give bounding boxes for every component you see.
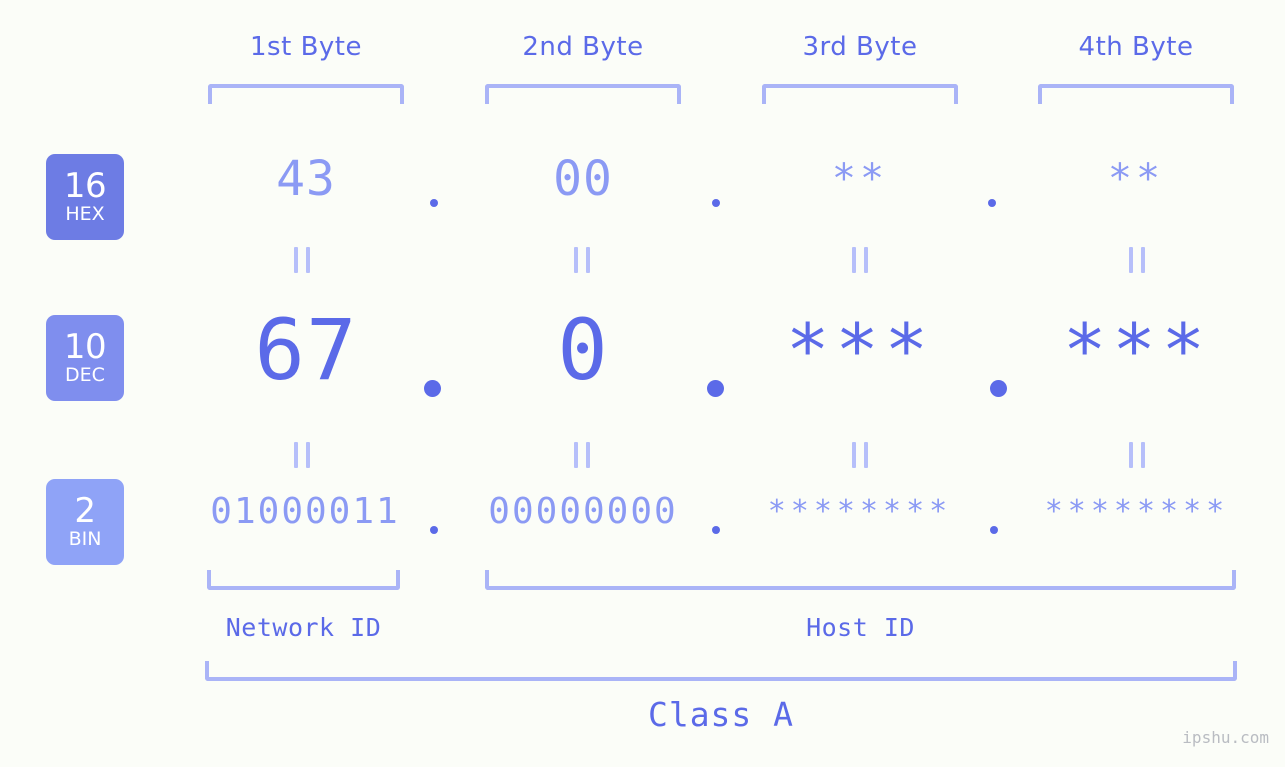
host-id-bracket bbox=[485, 570, 1236, 590]
dec-dot-separator-2 bbox=[707, 380, 724, 397]
base-badge-hex-number: 16 bbox=[63, 166, 107, 206]
equals-mark-hex-dec-2 bbox=[574, 247, 590, 273]
base-badge-hex-label: HEX bbox=[65, 203, 105, 225]
base-badge-dec-number: 10 bbox=[63, 327, 107, 367]
bin-byte-4: ******** bbox=[1044, 494, 1230, 529]
hex-byte-2: 00 bbox=[553, 151, 613, 207]
byte-bracket-top-2 bbox=[485, 84, 681, 104]
base-badge-hex: 16 HEX bbox=[46, 154, 124, 240]
equals-mark-hex-dec-3 bbox=[852, 247, 868, 273]
watermark: ipshu.com bbox=[1182, 728, 1269, 747]
equals-mark-dec-bin-2 bbox=[574, 442, 590, 468]
dec-byte-3: *** bbox=[785, 308, 935, 392]
network-id-bracket bbox=[207, 570, 400, 590]
bin-byte-3: ******** bbox=[767, 494, 953, 529]
byte-bracket-top-4 bbox=[1038, 84, 1234, 104]
host-id-label: Host ID bbox=[806, 613, 915, 642]
equals-mark-dec-bin-1 bbox=[294, 442, 310, 468]
hex-byte-3: ** bbox=[831, 156, 889, 202]
byte-header-2: 2nd Byte bbox=[522, 32, 644, 62]
equals-mark-hex-dec-1 bbox=[294, 247, 310, 273]
dec-byte-2: 0 bbox=[557, 301, 609, 399]
byte-bracket-top-3 bbox=[762, 84, 958, 104]
bin-byte-1: 01000011 bbox=[210, 491, 400, 532]
base-badge-bin-label: BIN bbox=[68, 528, 102, 550]
class-bracket bbox=[205, 661, 1237, 681]
base-badge-bin-number: 2 bbox=[74, 491, 96, 531]
dec-byte-4: *** bbox=[1062, 308, 1212, 392]
base-badge-bin: 2 BIN bbox=[46, 479, 124, 565]
byte-header-1: 1st Byte bbox=[250, 32, 362, 62]
base-badge-dec-label: DEC bbox=[65, 364, 105, 386]
dec-dot-separator-1 bbox=[424, 380, 441, 397]
network-id-label: Network ID bbox=[225, 613, 382, 642]
bin-dot-separator-3 bbox=[990, 526, 998, 534]
equals-mark-hex-dec-4 bbox=[1129, 247, 1145, 273]
ip-address-breakdown-diagram: 1st Byte 2nd Byte 3rd Byte 4th Byte 16 H… bbox=[0, 0, 1285, 767]
byte-header-3: 3rd Byte bbox=[802, 32, 918, 62]
hex-dot-separator-3 bbox=[988, 199, 996, 207]
hex-byte-1: 43 bbox=[276, 151, 336, 207]
equals-mark-dec-bin-3 bbox=[852, 442, 868, 468]
hex-byte-4: ** bbox=[1107, 156, 1165, 202]
dec-dot-separator-3 bbox=[990, 380, 1007, 397]
class-label: Class A bbox=[647, 695, 795, 734]
bin-dot-separator-1 bbox=[430, 526, 438, 534]
dec-byte-1: 67 bbox=[254, 301, 358, 399]
bin-byte-2: 00000000 bbox=[488, 491, 678, 532]
hex-dot-separator-1 bbox=[430, 199, 438, 207]
byte-bracket-top-1 bbox=[208, 84, 404, 104]
byte-header-4: 4th Byte bbox=[1078, 32, 1194, 62]
equals-mark-dec-bin-4 bbox=[1129, 442, 1145, 468]
bin-dot-separator-2 bbox=[712, 526, 720, 534]
hex-dot-separator-2 bbox=[712, 199, 720, 207]
base-badge-dec: 10 DEC bbox=[46, 315, 124, 401]
